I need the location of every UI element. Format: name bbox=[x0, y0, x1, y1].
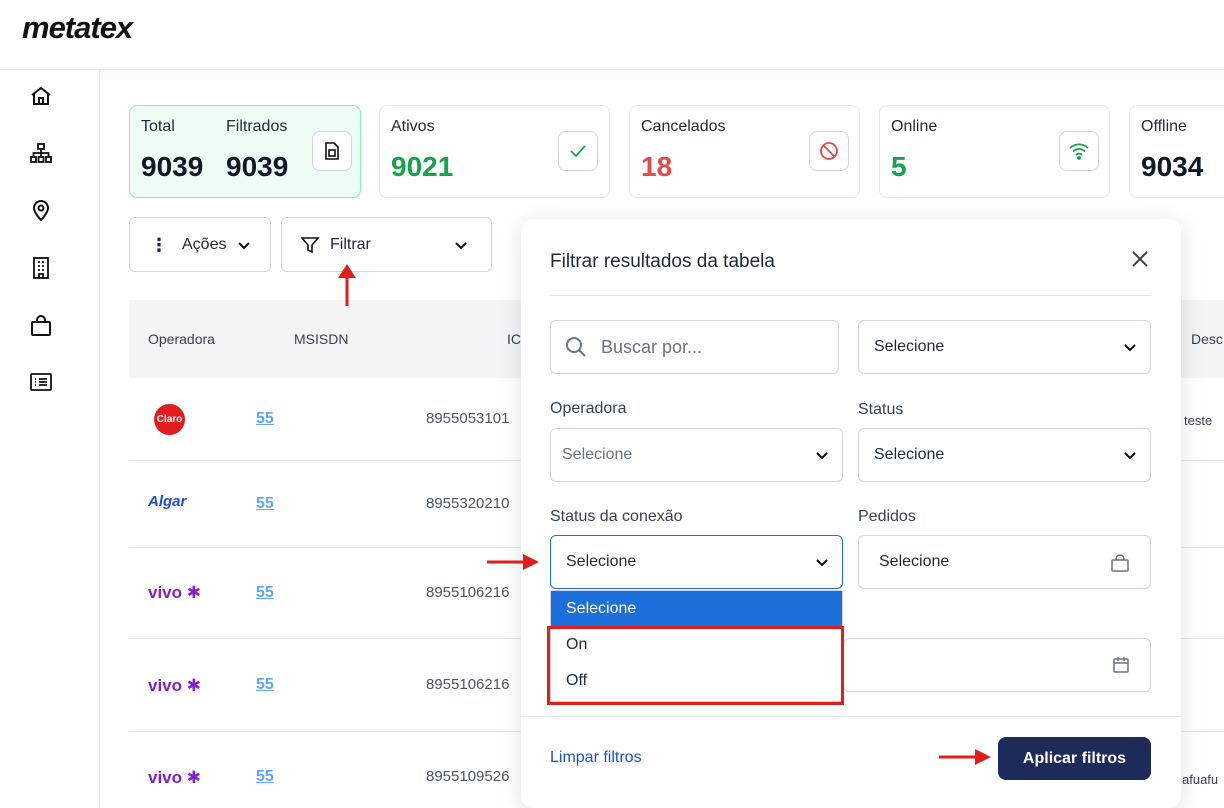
iccid-cell: 8955109526 bbox=[426, 768, 510, 785]
stat-cancelados-label: Cancelados bbox=[641, 118, 726, 135]
calendar-icon bbox=[1113, 657, 1129, 673]
select-value: Selecione bbox=[566, 553, 637, 570]
search-type-select[interactable]: Selecione bbox=[858, 320, 1151, 374]
search-icon bbox=[566, 337, 586, 357]
shopping-bag-icon bbox=[1111, 554, 1129, 572]
filter-label: Filtrar bbox=[330, 235, 371, 253]
date-field[interactable] bbox=[843, 638, 1151, 692]
pedidos-select[interactable]: Selecione bbox=[858, 535, 1151, 589]
top-bar: metatex bbox=[0, 0, 1224, 70]
column-header-msisdn[interactable]: MSISDN bbox=[294, 331, 348, 347]
divider bbox=[550, 295, 1151, 296]
stat-offline-label: Offline bbox=[1141, 118, 1187, 135]
operator-name: Claro bbox=[156, 414, 183, 425]
stat-ativos-value: 9021 bbox=[391, 151, 454, 182]
logo[interactable]: metatex bbox=[22, 10, 133, 46]
vivo-logo: vivo ✱ bbox=[148, 676, 201, 695]
building-icon[interactable] bbox=[28, 255, 54, 281]
stat-cancelados-value: 18 bbox=[641, 151, 673, 182]
conexao-select[interactable]: Selecione bbox=[550, 535, 843, 589]
conexao-label: Status da conexão bbox=[550, 508, 683, 525]
search-placeholder: Buscar por... bbox=[601, 336, 703, 357]
check-icon bbox=[558, 131, 598, 171]
msisdn-link[interactable]: 55 bbox=[256, 768, 274, 786]
select-value: Selecione bbox=[879, 553, 950, 570]
iccid-cell: 8955106216 bbox=[426, 676, 510, 693]
operadora-select[interactable]: Selecione bbox=[550, 428, 843, 482]
chevron-down-icon bbox=[816, 559, 828, 567]
location-pin-icon[interactable] bbox=[28, 197, 54, 223]
column-header-iccid[interactable]: IC bbox=[507, 331, 521, 347]
option-off[interactable]: Off bbox=[551, 663, 842, 699]
msisdn-link[interactable]: 55 bbox=[256, 584, 274, 602]
sidebar bbox=[0, 70, 100, 808]
close-icon[interactable] bbox=[1129, 248, 1151, 270]
option-selecione[interactable]: Selecione bbox=[551, 591, 842, 627]
iccid-cell: 8955053101 bbox=[426, 410, 510, 427]
chevron-down-icon bbox=[816, 452, 828, 460]
kebab-icon: ⋮ bbox=[150, 234, 168, 255]
option-on[interactable]: On bbox=[551, 627, 842, 663]
operator-name: vivo bbox=[148, 768, 183, 787]
desc-cell: afuafu bbox=[1182, 772, 1219, 787]
wifi-icon bbox=[1059, 131, 1099, 171]
filter-button[interactable]: Filtrar bbox=[281, 217, 492, 272]
operator-name: vivo bbox=[148, 583, 183, 602]
filter-modal: Filtrar resultados da tabela Buscar por.… bbox=[521, 219, 1181, 808]
search-input[interactable]: Buscar por... bbox=[550, 320, 839, 374]
divider bbox=[521, 716, 1181, 717]
chevron-down-icon bbox=[1124, 344, 1136, 352]
clear-filters-link[interactable]: Limpar filtros bbox=[550, 749, 642, 767]
stat-card-offline: Offline 9034 bbox=[1129, 105, 1224, 198]
sim-card-icon bbox=[312, 131, 352, 171]
stat-filtered-label: Filtrados bbox=[226, 118, 288, 135]
column-header-desc[interactable]: Desc bbox=[1191, 331, 1223, 347]
list-icon[interactable] bbox=[28, 369, 54, 395]
modal-title: Filtrar resultados da tabela bbox=[550, 251, 775, 272]
chevron-down-icon bbox=[455, 241, 467, 249]
pedidos-label: Pedidos bbox=[858, 508, 916, 525]
stat-card-ativos: Ativos 9021 bbox=[379, 105, 610, 198]
actions-button[interactable]: ⋮ Ações bbox=[129, 217, 271, 272]
vivo-logo: vivo ✱ bbox=[148, 768, 201, 787]
vivo-logo: vivo ✱ bbox=[148, 583, 201, 602]
stat-card-online: Online 5 bbox=[879, 105, 1110, 198]
conexao-dropdown: Selecione On Off bbox=[550, 590, 843, 702]
iccid-cell: 8955106216 bbox=[426, 584, 510, 601]
claro-logo: Claro bbox=[154, 404, 185, 435]
chevron-down-icon bbox=[238, 241, 251, 249]
actions-label: Ações bbox=[182, 235, 227, 253]
iccid-cell: 8955320210 bbox=[426, 495, 510, 512]
ban-icon bbox=[809, 131, 849, 171]
status-label: Status bbox=[858, 401, 904, 418]
msisdn-link[interactable]: 55 bbox=[256, 676, 274, 694]
stat-offline-value: 9034 bbox=[1141, 151, 1204, 182]
stat-online-label: Online bbox=[891, 118, 938, 135]
funnel-icon bbox=[300, 236, 320, 253]
stat-online-value: 5 bbox=[891, 151, 907, 182]
algar-logo: Algar bbox=[148, 493, 187, 510]
operadora-label: Operadora bbox=[550, 400, 627, 417]
stat-card-cancelados: Cancelados 18 bbox=[629, 105, 860, 198]
apply-filters-button[interactable]: Aplicar filtros bbox=[998, 737, 1151, 780]
chevron-down-icon bbox=[1124, 452, 1136, 460]
msisdn-link[interactable]: 55 bbox=[256, 410, 274, 428]
status-select[interactable]: Selecione bbox=[858, 428, 1151, 482]
home-icon[interactable] bbox=[28, 83, 54, 109]
shopping-bag-icon[interactable] bbox=[28, 313, 54, 339]
desc-cell: teste bbox=[1184, 413, 1213, 428]
stat-ativos-label: Ativos bbox=[391, 118, 435, 135]
column-header-operadora[interactable]: Operadora bbox=[148, 331, 215, 347]
stat-filtered-value: 9039 bbox=[226, 151, 289, 182]
stat-total-label: Total bbox=[141, 118, 175, 135]
select-value: Selecione bbox=[874, 446, 945, 463]
stat-card-total: Total 9039 Filtrados 9039 bbox=[129, 105, 361, 198]
operator-name: vivo bbox=[148, 676, 183, 695]
select-value: Selecione bbox=[874, 338, 945, 355]
org-chart-icon[interactable] bbox=[28, 140, 54, 166]
msisdn-link[interactable]: 55 bbox=[256, 495, 274, 513]
stat-total-value: 9039 bbox=[141, 151, 204, 182]
select-value: Selecione bbox=[562, 446, 633, 463]
